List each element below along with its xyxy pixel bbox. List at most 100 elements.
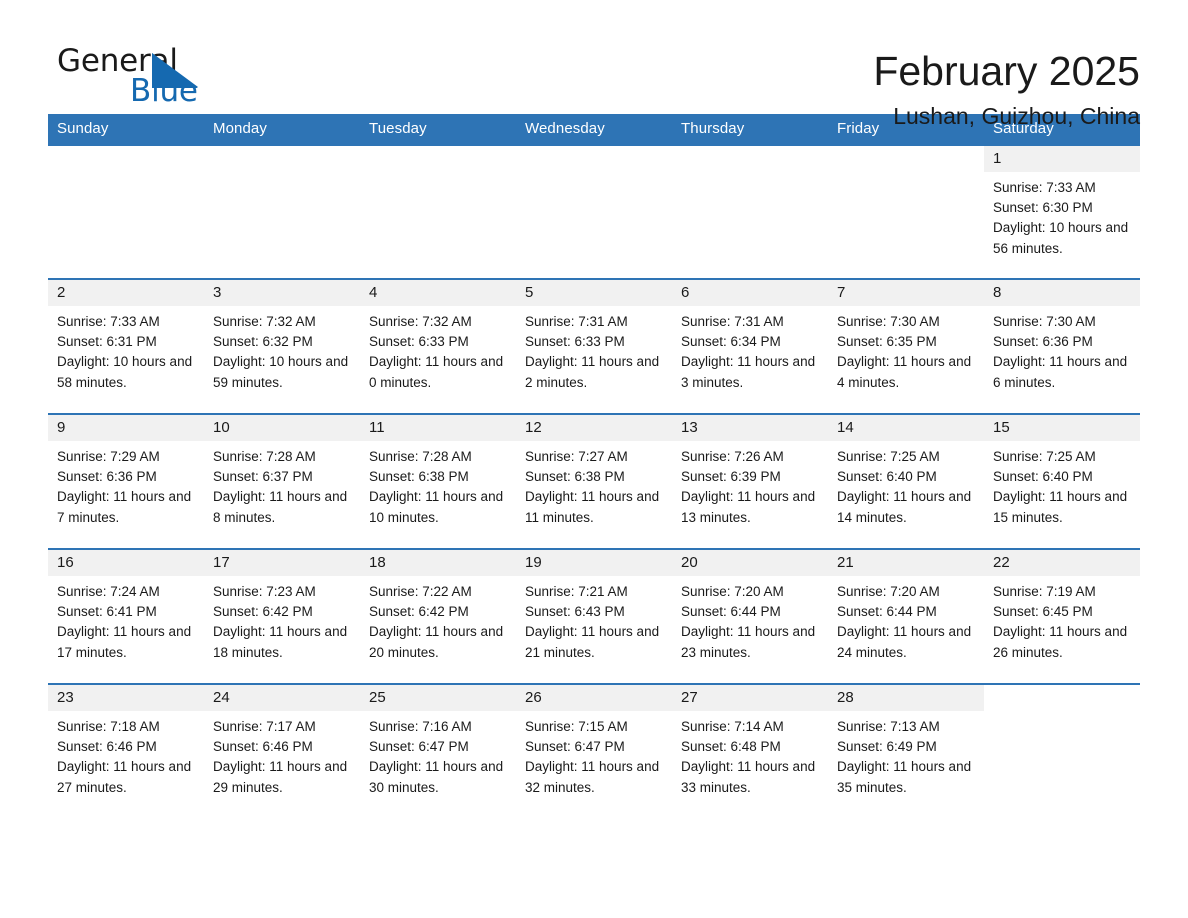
sunset-text: Sunset: 6:38 PM xyxy=(369,469,469,485)
sunset-text: Sunset: 6:49 PM xyxy=(837,739,937,755)
calendar-day-cell[interactable]: 21 Sunrise: 7:20 AM Sunset: 6:44 PM Dayligh… xyxy=(828,548,984,684)
sunrise-text: Sunrise: 7:18 AM xyxy=(57,719,160,734)
daylight-text: Daylight: 11 hours and 3 minutes. xyxy=(681,354,816,390)
day-number: 25 xyxy=(360,685,516,711)
calendar-empty-cell xyxy=(828,144,984,279)
calendar-week-row: 2 Sunrise: 7:33 AM Sunset: 6:31 PM Daylight… xyxy=(48,278,1140,414)
calendar-day-cell[interactable]: 8 Sunrise: 7:30 AM Sunset: 6:36 PM Daylight… xyxy=(984,278,1140,414)
blue-triangle-icon xyxy=(152,53,198,88)
day-details: Sunrise: 7:23 AM Sunset: 6:42 PM Daylight:… xyxy=(204,576,360,663)
day-details: Sunrise: 7:30 AM Sunset: 6:35 PM Daylight:… xyxy=(828,306,984,393)
day-number: 12 xyxy=(516,415,672,441)
calendar-day-cell[interactable]: 23 Sunrise: 7:18 AM Sunset: 6:46 PM Dayligh… xyxy=(48,683,204,819)
sunrise-text: Sunrise: 7:33 AM xyxy=(57,314,160,329)
sunset-text: Sunset: 6:43 PM xyxy=(525,604,625,620)
calendar-day-cell[interactable]: 1 Sunrise: 7:33 AM Sunset: 6:30 PM Daylight… xyxy=(984,144,1140,279)
sunset-text: Sunset: 6:36 PM xyxy=(57,469,157,485)
sunset-text: Sunset: 6:32 PM xyxy=(213,334,313,350)
weekday-header-sunday: Sunday xyxy=(48,114,204,145)
day-number xyxy=(204,146,360,172)
day-number xyxy=(360,146,516,172)
calendar-day-cell[interactable]: 24 Sunrise: 7:17 AM Sunset: 6:46 PM Dayligh… xyxy=(204,683,360,819)
sunset-text: Sunset: 6:39 PM xyxy=(681,469,781,485)
day-number: 14 xyxy=(828,415,984,441)
calendar-day-cell[interactable]: 13 Sunrise: 7:26 AM Sunset: 6:39 PM Dayligh… xyxy=(672,413,828,549)
calendar-day-cell[interactable]: 5 Sunrise: 7:31 AM Sunset: 6:33 PM Daylight… xyxy=(516,278,672,414)
calendar-day-cell[interactable]: 7 Sunrise: 7:30 AM Sunset: 6:35 PM Daylight… xyxy=(828,278,984,414)
page-header: General Blue February 2025 Lushan, Guizh… xyxy=(48,0,1140,129)
day-details: Sunrise: 7:25 AM Sunset: 6:40 PM Daylight:… xyxy=(984,441,1140,528)
calendar-day-cell[interactable]: 19 Sunrise: 7:21 AM Sunset: 6:43 PM Dayligh… xyxy=(516,548,672,684)
daylight-text: Daylight: 11 hours and 4 minutes. xyxy=(837,354,972,390)
sunset-text: Sunset: 6:40 PM xyxy=(993,469,1093,485)
weekday-header-tuesday: Tuesday xyxy=(360,114,516,145)
day-details: Sunrise: 7:31 AM Sunset: 6:33 PM Daylight:… xyxy=(516,306,672,393)
generalblue-logo[interactable]: General Blue xyxy=(48,44,248,116)
day-number: 16 xyxy=(48,550,204,576)
calendar-day-cell[interactable]: 16 Sunrise: 7:24 AM Sunset: 6:41 PM Dayligh… xyxy=(48,548,204,684)
daylight-text: Daylight: 11 hours and 21 minutes. xyxy=(525,624,660,660)
day-details: Sunrise: 7:31 AM Sunset: 6:34 PM Daylight:… xyxy=(672,306,828,393)
daylight-text: Daylight: 11 hours and 8 minutes. xyxy=(213,489,348,525)
day-number: 9 xyxy=(48,415,204,441)
calendar-day-cell[interactable]: 25 Sunrise: 7:16 AM Sunset: 6:47 PM Dayligh… xyxy=(360,683,516,819)
calendar-empty-cell xyxy=(516,144,672,279)
day-number: 7 xyxy=(828,280,984,306)
calendar-day-cell[interactable]: 6 Sunrise: 7:31 AM Sunset: 6:34 PM Daylight… xyxy=(672,278,828,414)
calendar-day-cell[interactable]: 20 Sunrise: 7:20 AM Sunset: 6:44 PM Dayligh… xyxy=(672,548,828,684)
calendar-day-cell[interactable]: 3 Sunrise: 7:32 AM Sunset: 6:32 PM Daylight… xyxy=(204,278,360,414)
sunrise-text: Sunrise: 7:14 AM xyxy=(681,719,784,734)
day-number: 21 xyxy=(828,550,984,576)
day-details: Sunrise: 7:14 AM Sunset: 6:48 PM Daylight:… xyxy=(672,711,828,798)
calendar-day-cell[interactable]: 22 Sunrise: 7:19 AM Sunset: 6:45 PM Dayligh… xyxy=(984,548,1140,684)
calendar-day-cell[interactable]: 27 Sunrise: 7:14 AM Sunset: 6:48 PM Dayligh… xyxy=(672,683,828,819)
sunset-text: Sunset: 6:40 PM xyxy=(837,469,937,485)
daylight-text: Daylight: 11 hours and 7 minutes. xyxy=(57,489,192,525)
calendar-day-cell[interactable]: 17 Sunrise: 7:23 AM Sunset: 6:42 PM Dayligh… xyxy=(204,548,360,684)
day-number: 20 xyxy=(672,550,828,576)
daylight-text: Daylight: 11 hours and 33 minutes. xyxy=(681,759,816,795)
day-number: 15 xyxy=(984,415,1140,441)
sunrise-text: Sunrise: 7:32 AM xyxy=(213,314,316,329)
sunrise-text: Sunrise: 7:22 AM xyxy=(369,584,472,599)
day-number: 8 xyxy=(984,280,1140,306)
sunrise-text: Sunrise: 7:20 AM xyxy=(681,584,784,599)
calendar-day-cell[interactable]: 4 Sunrise: 7:32 AM Sunset: 6:33 PM Daylight… xyxy=(360,278,516,414)
calendar-week-row: 23 Sunrise: 7:18 AM Sunset: 6:46 PM Dayligh… xyxy=(48,683,1140,819)
sunrise-text: Sunrise: 7:23 AM xyxy=(213,584,316,599)
calendar-day-cell[interactable]: 11 Sunrise: 7:28 AM Sunset: 6:38 PM Dayligh… xyxy=(360,413,516,549)
daylight-text: Daylight: 11 hours and 30 minutes. xyxy=(369,759,504,795)
day-number: 22 xyxy=(984,550,1140,576)
sunset-text: Sunset: 6:46 PM xyxy=(213,739,313,755)
day-number xyxy=(48,146,204,172)
sunset-text: Sunset: 6:48 PM xyxy=(681,739,781,755)
day-details: Sunrise: 7:30 AM Sunset: 6:36 PM Daylight:… xyxy=(984,306,1140,393)
day-details: Sunrise: 7:32 AM Sunset: 6:33 PM Daylight:… xyxy=(360,306,516,393)
calendar-day-cell[interactable]: 26 Sunrise: 7:15 AM Sunset: 6:47 PM Dayligh… xyxy=(516,683,672,819)
title-block: February 2025 Lushan, Guizhou, China xyxy=(873,44,1140,131)
daylight-text: Daylight: 11 hours and 11 minutes. xyxy=(525,489,660,525)
day-number: 10 xyxy=(204,415,360,441)
sunrise-text: Sunrise: 7:28 AM xyxy=(213,449,316,464)
day-number: 11 xyxy=(360,415,516,441)
calendar-day-cell[interactable]: 12 Sunrise: 7:27 AM Sunset: 6:38 PM Dayligh… xyxy=(516,413,672,549)
sunrise-text: Sunrise: 7:32 AM xyxy=(369,314,472,329)
sunset-text: Sunset: 6:46 PM xyxy=(57,739,157,755)
day-details: Sunrise: 7:28 AM Sunset: 6:37 PM Daylight:… xyxy=(204,441,360,528)
calendar-day-cell[interactable]: 10 Sunrise: 7:28 AM Sunset: 6:37 PM Dayligh… xyxy=(204,413,360,549)
day-details: Sunrise: 7:33 AM Sunset: 6:31 PM Daylight:… xyxy=(48,306,204,393)
calendar-day-cell[interactable]: 9 Sunrise: 7:29 AM Sunset: 6:36 PM Daylight… xyxy=(48,413,204,549)
calendar-day-cell[interactable]: 14 Sunrise: 7:25 AM Sunset: 6:40 PM Dayligh… xyxy=(828,413,984,549)
daylight-text: Daylight: 11 hours and 26 minutes. xyxy=(993,624,1128,660)
calendar-day-cell[interactable]: 28 Sunrise: 7:13 AM Sunset: 6:49 PM Dayligh… xyxy=(828,683,984,819)
daylight-text: Daylight: 10 hours and 58 minutes. xyxy=(57,354,193,390)
sunrise-text: Sunrise: 7:29 AM xyxy=(57,449,160,464)
day-number: 26 xyxy=(516,685,672,711)
day-details: Sunrise: 7:18 AM Sunset: 6:46 PM Daylight:… xyxy=(48,711,204,798)
day-details: Sunrise: 7:25 AM Sunset: 6:40 PM Daylight:… xyxy=(828,441,984,528)
calendar-day-cell[interactable]: 18 Sunrise: 7:22 AM Sunset: 6:42 PM Dayligh… xyxy=(360,548,516,684)
sunrise-text: Sunrise: 7:26 AM xyxy=(681,449,784,464)
calendar-day-cell[interactable]: 2 Sunrise: 7:33 AM Sunset: 6:31 PM Daylight… xyxy=(48,278,204,414)
day-number: 18 xyxy=(360,550,516,576)
calendar-day-cell[interactable]: 15 Sunrise: 7:25 AM Sunset: 6:40 PM Dayligh… xyxy=(984,413,1140,549)
